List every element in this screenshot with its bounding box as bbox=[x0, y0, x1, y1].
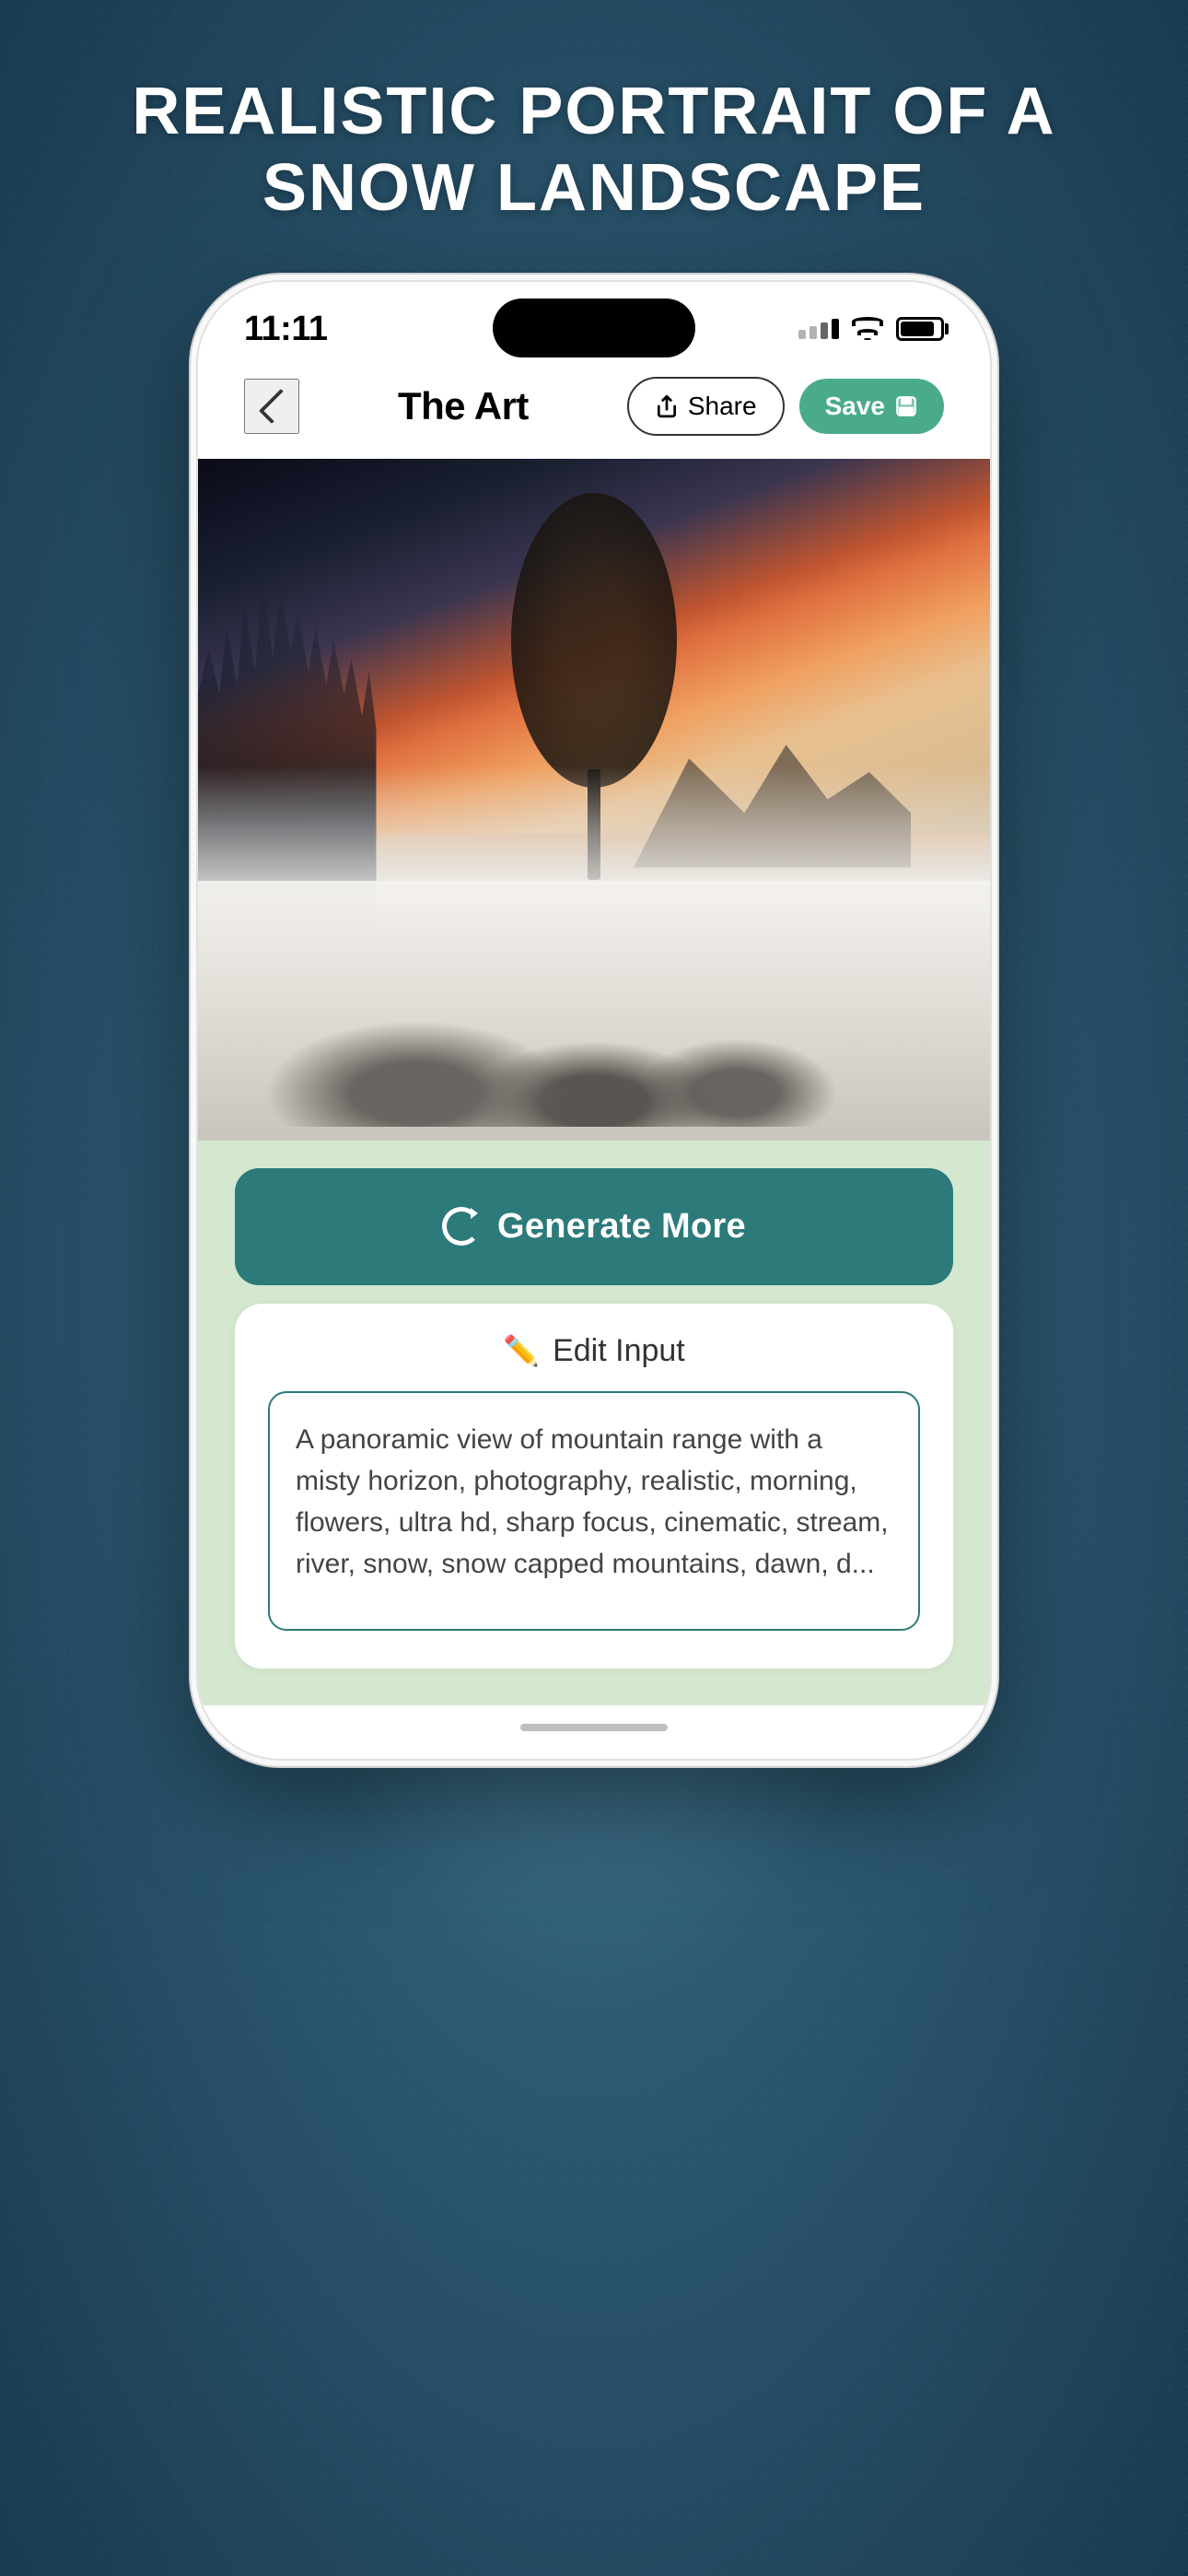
generate-more-label: Generate More bbox=[497, 1207, 746, 1247]
nav-bar: The Art Share Save bbox=[198, 358, 990, 459]
status-bar: 11:11 bbox=[198, 282, 990, 358]
share-label: Share bbox=[688, 392, 757, 421]
edit-input-card: ✏️ Edit Input A panoramic view of mounta… bbox=[235, 1304, 953, 1669]
status-time: 11:11 bbox=[244, 310, 328, 349]
home-indicator bbox=[198, 1705, 990, 1759]
art-image bbox=[198, 459, 990, 1141]
battery-icon bbox=[896, 317, 944, 341]
pencil-icon: ✏️ bbox=[503, 1333, 540, 1368]
save-icon bbox=[894, 394, 918, 418]
status-icons bbox=[798, 317, 944, 341]
prompt-textarea[interactable]: A panoramic view of mountain range with … bbox=[268, 1391, 920, 1631]
generate-more-button[interactable]: Generate More bbox=[235, 1168, 953, 1285]
bottom-panel: Generate More ✏️ Edit Input A panoramic … bbox=[198, 1141, 990, 1705]
nav-title: The Art bbox=[398, 384, 529, 428]
home-bar bbox=[520, 1724, 668, 1731]
edit-input-title: Edit Input bbox=[553, 1333, 685, 1369]
share-button[interactable]: Share bbox=[627, 377, 785, 436]
page-title: REALISTIC PORTRAIT OF ASNOW LANDSCAPE bbox=[58, 74, 1129, 227]
nav-actions: Share Save bbox=[627, 377, 944, 436]
snow-rocks bbox=[238, 956, 950, 1127]
save-button[interactable]: Save bbox=[799, 379, 944, 434]
back-button[interactable] bbox=[244, 379, 299, 434]
refresh-icon bbox=[442, 1207, 481, 1246]
share-icon bbox=[655, 394, 679, 418]
dynamic-island bbox=[493, 299, 695, 357]
save-label: Save bbox=[825, 392, 885, 421]
phone-frame: 11:11 The Art bbox=[198, 282, 990, 2032]
wifi-icon bbox=[852, 317, 883, 341]
edit-input-header: ✏️ Edit Input bbox=[268, 1333, 920, 1369]
tree-canopy bbox=[511, 493, 677, 788]
back-chevron-icon bbox=[259, 389, 294, 424]
signal-icon bbox=[798, 319, 839, 339]
